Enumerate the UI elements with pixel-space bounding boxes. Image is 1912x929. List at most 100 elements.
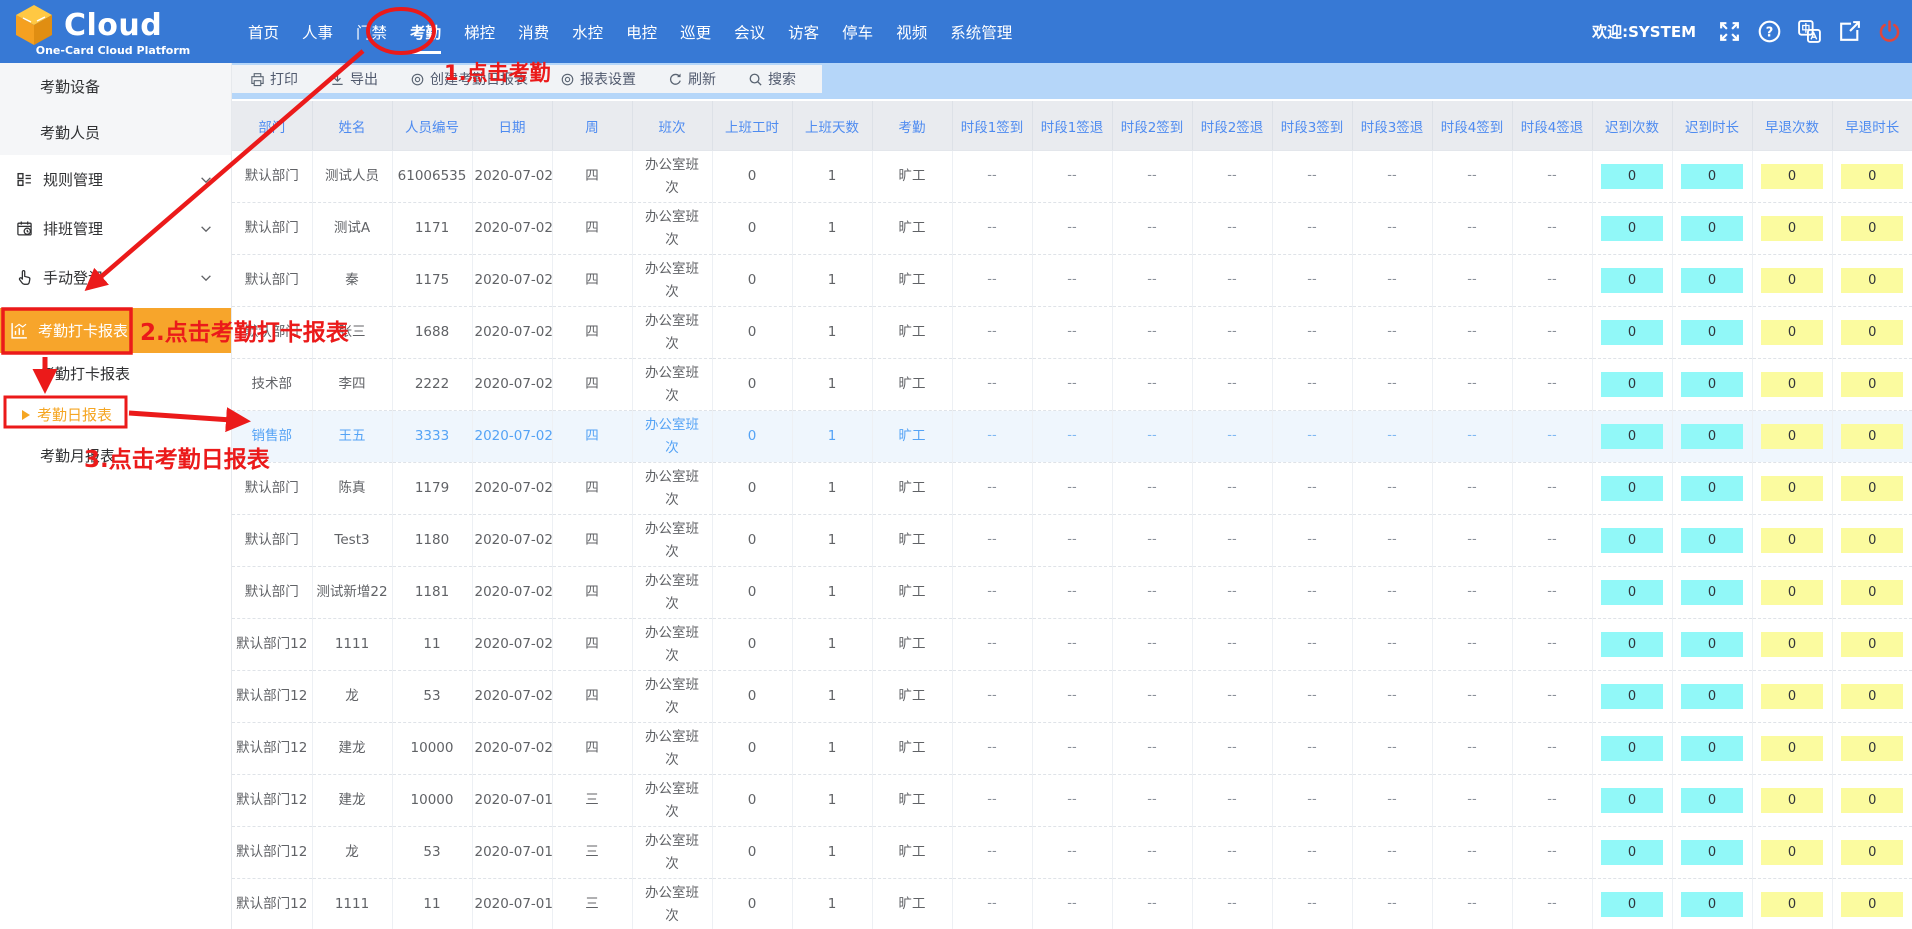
column-header[interactable]: 姓名 — [312, 101, 392, 151]
shift-text: 办公室班次 — [644, 518, 700, 564]
column-header[interactable]: 时段4签退 — [1512, 101, 1592, 151]
sidebar-group-rules[interactable]: 规则管理 — [0, 155, 231, 204]
cell-late-count: 0 — [1592, 411, 1672, 463]
cell-timeslot-1: -- — [952, 879, 1032, 929]
cell-person-id: 1175 — [392, 255, 472, 307]
table-row[interactable]: 默认部门陈真11792020-07-02四办公室班次01旷工----------… — [232, 463, 1912, 515]
status-badge: 0 — [1681, 580, 1743, 605]
nav-item[interactable]: 系统管理 — [948, 17, 1014, 47]
help-icon[interactable]: ? — [1757, 19, 1782, 44]
column-header[interactable]: 周 — [552, 101, 632, 151]
sidebar-item-attendance-device[interactable]: 考勤设备 — [0, 63, 231, 109]
sidebar-item-punch-report[interactable]: 考勤打卡报表 — [0, 353, 231, 394]
table-row[interactable]: 默认部门12建龙100002020-07-02四办公室班次01旷工-------… — [232, 723, 1912, 775]
refresh-button[interactable]: 刷新 — [668, 69, 716, 89]
cell-work-hours: 0 — [712, 775, 792, 827]
nav-item[interactable]: 门禁 — [354, 17, 389, 47]
export-button[interactable]: 导出 — [330, 69, 378, 89]
column-header[interactable]: 考勤 — [872, 101, 952, 151]
table-row[interactable]: 默认部门121111112020-07-02四办公室班次01旷工--------… — [232, 619, 1912, 671]
cell-timeslot-7: -- — [1432, 567, 1512, 619]
cell-attendance-status: 旷工 — [872, 151, 952, 203]
power-icon[interactable] — [1877, 19, 1902, 44]
cell-person-id: 10000 — [392, 775, 472, 827]
nav-item-active[interactable]: 考勤 — [408, 17, 443, 47]
column-header[interactable]: 时段1签到 — [952, 101, 1032, 151]
nav-item[interactable]: 电控 — [624, 17, 659, 47]
table-row[interactable]: 默认部门秦11752020-07-02四办公室班次01旷工-----------… — [232, 255, 1912, 307]
column-header[interactable]: 迟到次数 — [1592, 101, 1672, 151]
nav-item[interactable]: 视频 — [894, 17, 929, 47]
column-header[interactable]: 部门 — [232, 101, 312, 151]
table-row[interactable]: 技术部李四22222020-07-02四办公室班次01旷工-----------… — [232, 359, 1912, 411]
column-header[interactable]: 迟到时长 — [1672, 101, 1752, 151]
table-row[interactable]: 默认部门12龙532020-07-01三办公室班次01旷工-----------… — [232, 827, 1912, 879]
column-header[interactable]: 上班天数 — [792, 101, 872, 151]
column-header[interactable]: 时段3签到 — [1272, 101, 1352, 151]
search-button[interactable]: 搜索 — [748, 69, 796, 89]
table-row[interactable]: 默认部门12龙532020-07-02四办公室班次01旷工-----------… — [232, 671, 1912, 723]
cell-attendance-status: 旷工 — [872, 775, 952, 827]
nav-item[interactable]: 首页 — [246, 17, 281, 47]
sidebar-item-daily-report[interactable]: 考勤日报表 — [0, 394, 231, 435]
table-row[interactable]: 默认部门121111112020-07-01三办公室班次01旷工--------… — [232, 879, 1912, 929]
nav-item[interactable]: 停车 — [840, 17, 875, 47]
new-window-icon[interactable] — [1837, 19, 1862, 44]
nav-item[interactable]: 人事 — [300, 17, 335, 47]
status-badge: 0 — [1841, 840, 1903, 865]
column-header[interactable]: 日期 — [472, 101, 552, 151]
daily-report-table: 部门姓名人员编号日期周班次上班工时上班天数考勤时段1签到时段1签退时段2签到时段… — [232, 101, 1912, 929]
status-badge: 0 — [1681, 684, 1743, 709]
sidebar-item-attendance-person[interactable]: 考勤人员 — [0, 109, 231, 155]
cell-early-leave-count: 0 — [1752, 827, 1832, 879]
cell-name: 张三 — [312, 307, 392, 359]
table-row[interactable]: 销售部王五33332020-07-02四办公室班次01旷工-----------… — [232, 411, 1912, 463]
nav-item[interactable]: 巡更 — [678, 17, 713, 47]
cell-timeslot-2: -- — [1032, 463, 1112, 515]
column-header[interactable]: 人员编号 — [392, 101, 472, 151]
table-row[interactable]: 默认部门测试新增2211812020-07-02四办公室班次01旷工------… — [232, 567, 1912, 619]
status-badge: 0 — [1601, 164, 1663, 189]
table-row[interactable]: 默认部门张三16882020-07-02四办公室班次01旷工----------… — [232, 307, 1912, 359]
sidebar-group-schedule[interactable]: 排班管理 — [0, 204, 231, 253]
cell-week: 三 — [552, 775, 632, 827]
fullscreen-icon[interactable] — [1717, 19, 1742, 44]
column-header[interactable]: 时段3签退 — [1352, 101, 1432, 151]
sidebar-group-manual-register[interactable]: 手动登记 — [0, 253, 231, 302]
column-header[interactable]: 时段2签退 — [1192, 101, 1272, 151]
nav-item[interactable]: 消费 — [516, 17, 551, 47]
cell-early-leave-count: 0 — [1752, 307, 1832, 359]
sidebar-item-punch-report-group-active[interactable]: 考勤打卡报表 — [0, 308, 231, 353]
cell-timeslot-5: -- — [1272, 307, 1352, 359]
cell-timeslot-1: -- — [952, 255, 1032, 307]
create-daily-report-button[interactable]: 创建考勤日报表 — [410, 69, 528, 89]
status-badge: 0 — [1681, 528, 1743, 553]
report-settings-button[interactable]: 报表设置 — [560, 69, 636, 89]
cell-shift: 办公室班次 — [632, 463, 712, 515]
table-row[interactable]: 默认部门12建龙100002020-07-01三办公室班次01旷工-------… — [232, 775, 1912, 827]
sidebar-item-monthly-report[interactable]: 考勤月报表 — [0, 435, 231, 476]
cell-timeslot-1: -- — [952, 515, 1032, 567]
cell-timeslot-5: -- — [1272, 255, 1352, 307]
nav-item[interactable]: 会议 — [732, 17, 767, 47]
column-header[interactable]: 时段2签到 — [1112, 101, 1192, 151]
translate-icon[interactable] — [1797, 19, 1822, 44]
cell-work-days: 1 — [792, 723, 872, 775]
nav-item[interactable]: 水控 — [570, 17, 605, 47]
cell-timeslot-6: -- — [1352, 255, 1432, 307]
status-badge: 0 — [1761, 788, 1823, 813]
column-header[interactable]: 早退次数 — [1752, 101, 1832, 151]
column-header[interactable]: 时段1签退 — [1032, 101, 1112, 151]
column-header[interactable]: 班次 — [632, 101, 712, 151]
table-row[interactable]: 默认部门测试人员610065352020-07-02四办公室班次01旷工----… — [232, 151, 1912, 203]
cell-timeslot-6: -- — [1352, 723, 1432, 775]
column-header[interactable]: 时段4签到 — [1432, 101, 1512, 151]
table-row[interactable]: 默认部门测试A11712020-07-02四办公室班次01旷工---------… — [232, 203, 1912, 255]
table-row[interactable]: 默认部门Test311802020-07-02四办公室班次01旷工-------… — [232, 515, 1912, 567]
status-badge: 0 — [1761, 164, 1823, 189]
column-header[interactable]: 早退时长 — [1832, 101, 1912, 151]
column-header[interactable]: 上班工时 — [712, 101, 792, 151]
nav-item[interactable]: 梯控 — [462, 17, 497, 47]
print-button[interactable]: 打印 — [250, 69, 298, 89]
nav-item[interactable]: 访客 — [786, 17, 821, 47]
